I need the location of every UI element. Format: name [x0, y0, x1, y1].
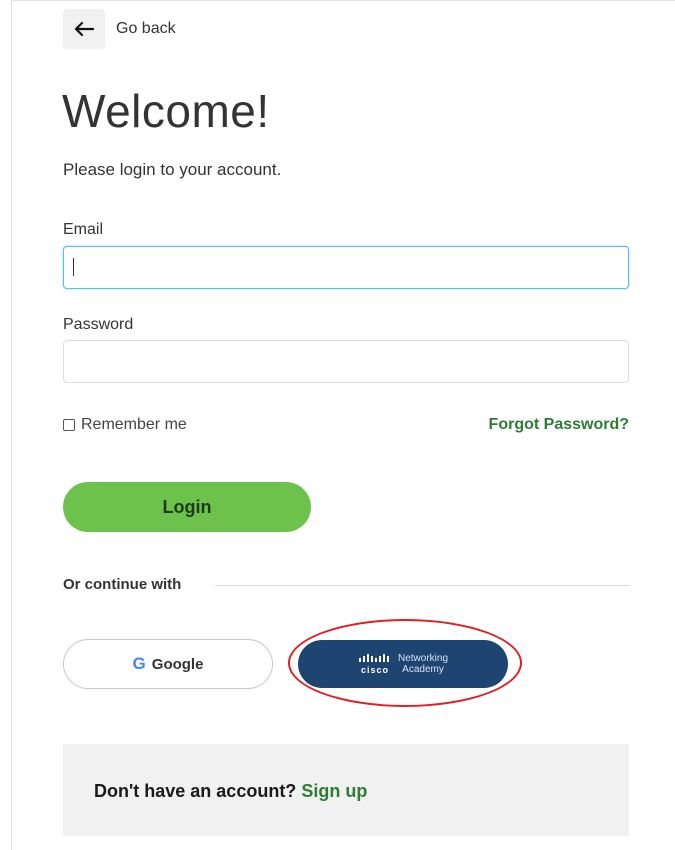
- page-subtitle: Please login to your account.: [63, 160, 282, 179]
- cisco-logo-icon: cisco: [358, 653, 392, 675]
- google-login-button[interactable]: G Google: [63, 639, 273, 689]
- signup-prompt-row: Don't have an account? Sign up: [94, 781, 367, 802]
- signup-prompt: Don't have an account?: [94, 781, 297, 801]
- remember-me-checkbox[interactable]: [63, 419, 75, 431]
- google-login-label: Google: [151, 655, 204, 673]
- text-caret: [73, 258, 74, 276]
- remember-me[interactable]: Remember me: [63, 416, 187, 434]
- netacad-login-button[interactable]: cisco Networking Academy: [298, 640, 508, 688]
- google-g-icon: G: [132, 654, 146, 673]
- email-input[interactable]: [63, 246, 629, 289]
- signup-box: Don't have an account? Sign up: [63, 744, 629, 836]
- forgot-password-link[interactable]: Forgot Password?: [489, 416, 629, 434]
- netacad-line-1: Networking: [397, 653, 449, 664]
- go-back-label[interactable]: Go back: [116, 20, 176, 38]
- page-title: Welcome!: [62, 85, 270, 137]
- go-back-button[interactable]: [63, 9, 105, 49]
- password-label: Password: [63, 316, 134, 333]
- continue-with-label: Or continue with: [63, 576, 182, 593]
- divider: [215, 585, 630, 586]
- email-label: Email: [63, 221, 104, 238]
- cisco-wordmark: cisco: [360, 664, 389, 675]
- login-button[interactable]: Login: [63, 482, 311, 532]
- netacad-label: Networking Academy: [398, 653, 448, 675]
- password-input[interactable]: [63, 340, 629, 383]
- arrow-left-icon: [74, 21, 94, 37]
- signup-link[interactable]: Sign up: [301, 781, 367, 801]
- netacad-line-2: Academy: [402, 664, 444, 675]
- remember-me-label: Remember me: [81, 416, 187, 433]
